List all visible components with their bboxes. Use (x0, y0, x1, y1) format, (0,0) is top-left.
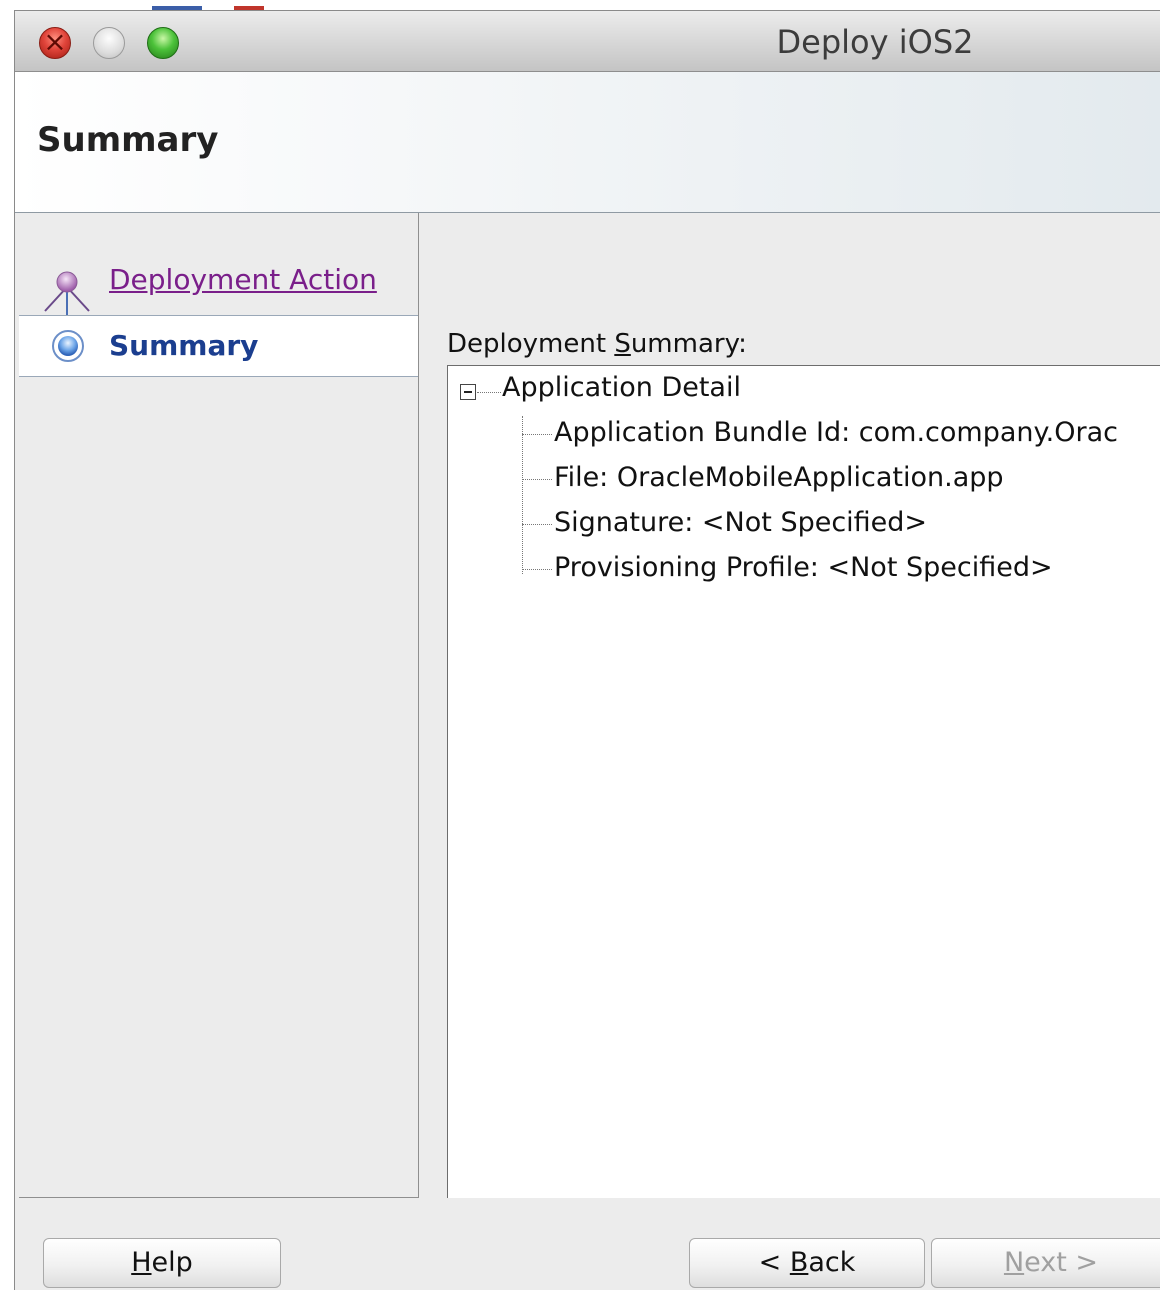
page-header: Summary (15, 72, 1160, 213)
label-text: Deployment (447, 329, 615, 359)
tree-node-signature[interactable]: Signature: <Not Specified> (554, 507, 927, 538)
tree-connector (522, 569, 552, 570)
label-text: ummary: (630, 329, 747, 359)
nav-step-deployment-action[interactable]: Deployment Action (19, 253, 418, 313)
content-area: Deployment Summary: Application Detail A… (419, 213, 1160, 1199)
button-label: ext > (1024, 1247, 1099, 1278)
tree-connector (522, 416, 523, 574)
step-visited-icon (44, 271, 90, 313)
dialog-footer: Help < Back Next > (15, 1198, 1160, 1290)
button-mnemonic: H (131, 1247, 152, 1278)
tree-node-file[interactable]: File: OracleMobileApplication.app (554, 462, 1004, 493)
nav-step-label[interactable]: Deployment Action (109, 263, 377, 296)
back-button[interactable]: < Back (689, 1238, 925, 1288)
help-button[interactable]: Help (43, 1238, 281, 1288)
deployment-summary-tree[interactable]: Application Detail Application Bundle Id… (447, 365, 1160, 1199)
deploy-dialog: Deploy iOS2 Summary Deployment A (14, 10, 1160, 1290)
collapse-icon[interactable] (460, 384, 476, 400)
button-label: < (758, 1247, 790, 1278)
nav-step-label[interactable]: Summary (109, 329, 258, 362)
nav-step-summary[interactable]: Summary (19, 315, 418, 377)
step-current-icon (52, 330, 84, 362)
next-button[interactable]: Next > (931, 1238, 1160, 1288)
label-mnemonic: S (614, 329, 631, 359)
tree-node-bundle-id[interactable]: Application Bundle Id: com.company.Orac (554, 417, 1118, 448)
tree-connector (522, 524, 552, 525)
background-window-strip (0, 0, 1160, 10)
button-mnemonic: N (1003, 1247, 1025, 1278)
button-mnemonic: B (789, 1247, 809, 1278)
window-title: Deploy iOS2 (776, 23, 974, 61)
button-label: ack (808, 1247, 856, 1278)
tree-connector (477, 392, 501, 393)
deployment-summary-label: Deployment Summary: (447, 329, 747, 359)
tree-node-application-detail[interactable]: Application Detail (502, 372, 741, 403)
tree-connector (522, 479, 552, 480)
page-title: Summary (37, 120, 219, 160)
title-bar[interactable]: Deploy iOS2 (15, 11, 1160, 72)
wizard-steps-panel: Deployment Action Summary (19, 213, 419, 1198)
button-label: elp (151, 1247, 193, 1278)
tree-node-provisioning-profile[interactable]: Provisioning Profile: <Not Specified> (554, 552, 1053, 583)
tree-connector (522, 434, 552, 435)
